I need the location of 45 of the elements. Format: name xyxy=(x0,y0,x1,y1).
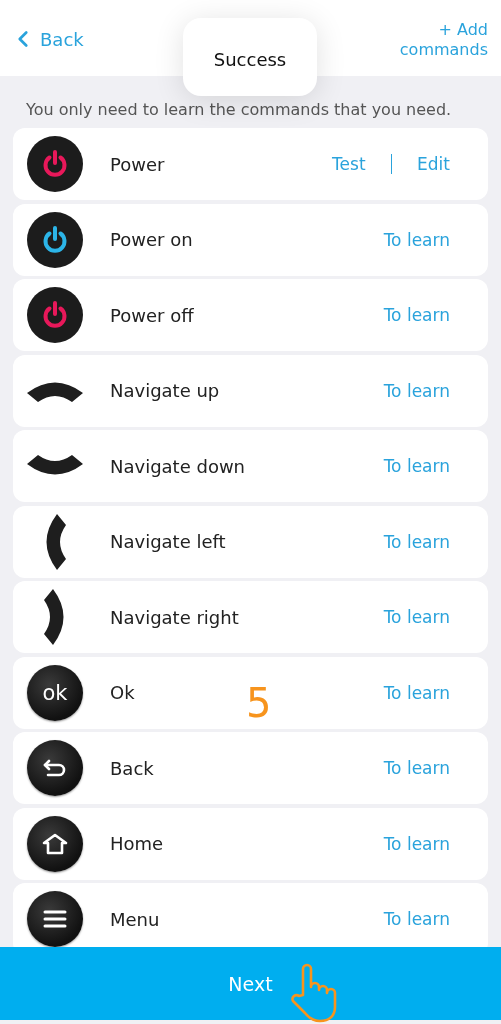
command-action-link[interactable]: To learn xyxy=(383,682,450,703)
command-action-link[interactable]: To learn xyxy=(383,833,450,854)
command-row[interactable]: Home To learn xyxy=(13,807,488,880)
hint-text: You only need to learn the commands that you need. xyxy=(25,99,453,121)
command-label: Back xyxy=(110,757,154,779)
command-action-link[interactable]: To learn xyxy=(383,305,450,325)
command-action-link[interactable]: To learn xyxy=(383,909,450,929)
command-row[interactable]: Power on To learn xyxy=(13,203,488,276)
command-action-link[interactable]: To learn xyxy=(383,229,450,250)
step-number: 5 xyxy=(246,680,272,726)
command-action-link[interactable]: To learn xyxy=(383,607,450,627)
command-label: Menu xyxy=(110,908,160,930)
command-action-link[interactable]: To learn xyxy=(383,758,450,778)
command-action-link[interactable]: To learn xyxy=(383,380,450,401)
command-label: Power on xyxy=(110,229,193,250)
ok-icon: ok xyxy=(27,664,83,721)
command-row[interactable]: Back To learn xyxy=(13,732,488,804)
power-icon xyxy=(27,211,83,268)
command-action-link[interactable]: Test xyxy=(332,154,366,174)
next-button[interactable]: Next xyxy=(0,947,501,1020)
command-row[interactable]: Navigate down To learn xyxy=(13,430,488,502)
home-icon xyxy=(27,815,83,872)
command-row[interactable]: Navigate right To learn xyxy=(13,581,488,653)
command-row[interactable]: Menu To learn xyxy=(13,883,488,947)
add-commands-link[interactable]: + Add commands xyxy=(388,20,488,60)
command-label: Navigate right xyxy=(110,606,239,628)
power-icon xyxy=(27,136,83,192)
command-action-link[interactable]: To learn xyxy=(383,531,450,552)
command-label: Navigate up xyxy=(110,380,220,401)
back-link[interactable]: Back xyxy=(10,26,84,52)
command-row[interactable]: Navigate left To learn xyxy=(13,505,488,578)
command-label: Ok xyxy=(110,682,135,703)
command-label: Navigate down xyxy=(110,455,246,477)
command-row[interactable]: Power off To learn xyxy=(13,279,488,351)
menu-icon xyxy=(27,891,83,947)
command-label: Navigate left xyxy=(110,531,226,552)
command-action-link[interactable]: Edit xyxy=(417,154,450,174)
command-action-link[interactable]: To learn xyxy=(383,456,450,476)
command-row[interactable]: Power Test Edit xyxy=(13,128,488,200)
success-toast: Success xyxy=(183,18,317,96)
command-label: Home xyxy=(110,833,164,854)
power-icon xyxy=(27,287,83,343)
command-row[interactable]: Navigate up To learn xyxy=(13,354,488,427)
command-label: Power off xyxy=(110,304,194,326)
command-label: Power xyxy=(110,153,165,175)
